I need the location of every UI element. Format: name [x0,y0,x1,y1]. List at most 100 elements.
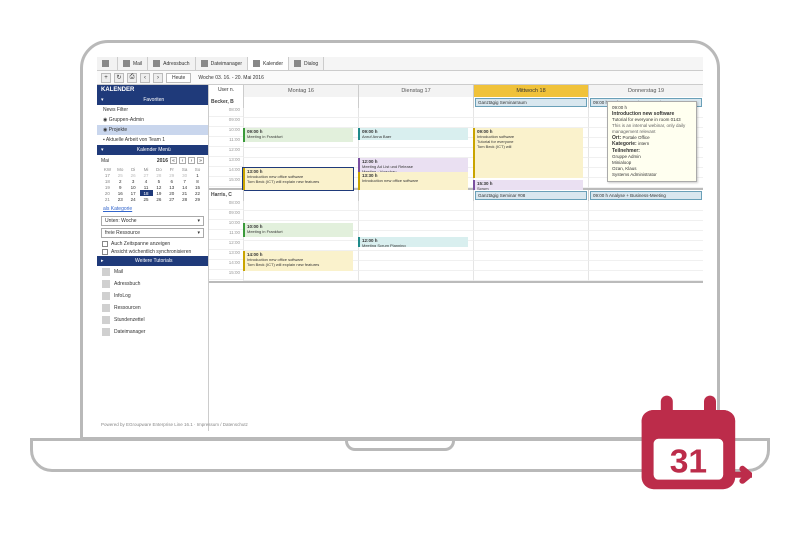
section-calendar-menu[interactable]: ▾Kalender Menü [97,145,208,155]
fav-item-2[interactable]: ◉ Projekte [97,125,208,135]
time-slot[interactable] [358,251,473,261]
time-slot[interactable] [358,221,473,231]
time-slot[interactable] [243,211,358,221]
time-slot[interactable] [588,231,703,241]
legend-link[interactable]: als Kategorie [97,204,208,214]
time-slot[interactable] [243,271,358,281]
time-slot[interactable] [243,118,358,128]
mc-day[interactable]: 28 [178,196,191,202]
mc-day[interactable]: 29 [191,196,204,202]
time-slot[interactable] [358,108,473,118]
section-favorites[interactable]: ▾Favoriten [97,95,208,105]
calendar-event[interactable]: 13:00 hIntroduction new office softwareT… [243,168,353,190]
time-slot[interactable] [358,201,473,211]
calendar-toolbar: + ↻ ⎙ ‹ › Heute Woche 03. 16. - 20. Mai … [97,71,703,85]
tool-link[interactable]: InfoLog [97,290,208,302]
combo-resource[interactable]: freie Ressource▾ [101,228,204,238]
time-slot[interactable] [473,251,588,261]
calendar-event[interactable]: 14:00 hIntroduction new office softwareT… [243,251,353,271]
time-slot[interactable] [473,201,588,211]
calendar-event[interactable]: 09:00 hAnruf Anna Baer [358,128,468,140]
mc-day[interactable]: 21 [101,196,114,202]
time-slot[interactable] [588,271,703,281]
mc-day[interactable]: 27 [165,196,178,202]
tab-home[interactable] [97,57,118,70]
allday-event[interactable]: 09:00 h Analyse + Business-Meeting [590,191,702,200]
combo-view[interactable]: Unten: Woche▾ [101,216,204,226]
time-slot[interactable] [358,211,473,221]
tool-book[interactable]: Adressbuch [97,278,208,290]
tool-mail[interactable]: Mail [97,266,208,278]
time-slot[interactable] [358,148,473,158]
time-slot[interactable] [588,201,703,211]
chk-timespan[interactable]: Auch Zeitspanne anzeigen [97,240,208,248]
time-slot[interactable] [243,158,358,168]
mc-day[interactable]: 25 [140,196,153,202]
fav-item-3[interactable]: ▪ Aktuelle Arbeit von Team 1 [97,135,208,145]
calendar-event[interactable]: 12:00 hMeeting Scrum Planning [358,237,468,247]
fav-item-1[interactable]: ◉ Gruppen-Admin [97,115,208,125]
next-button[interactable]: › [153,73,163,83]
time-slot[interactable] [473,108,588,118]
day-header-tue[interactable]: Dienstag 17 [358,85,473,97]
refresh-button[interactable]: ↻ [114,73,124,83]
print-button[interactable]: ⎙ [127,73,137,83]
time-slot[interactable] [243,201,358,211]
time-slot[interactable] [358,261,473,271]
time-slot[interactable] [473,271,588,281]
time-slot[interactable] [588,211,703,221]
time-slot[interactable] [473,241,588,251]
add-button[interactable]: + [101,73,111,83]
mc-day[interactable]: 24 [127,196,140,202]
mc-grid[interactable]: KWMoDiMiDoFrSaSo172526272829301182345678… [101,166,204,202]
time-slot[interactable] [473,211,588,221]
time-slot[interactable] [473,231,588,241]
tab-dialog[interactable]: Dialog [289,57,324,70]
time-slot[interactable] [588,251,703,261]
day-header-wed[interactable]: Mittwoch 18 [473,85,588,97]
mc-day[interactable]: 23 [114,196,127,202]
mc-next-month[interactable]: › [188,157,195,164]
calendar-event[interactable]: 13:30 hIntroduction new office software [358,172,468,190]
allday-event[interactable]: Ganztägig Seminarraum [475,98,587,107]
time-slot[interactable] [473,118,588,128]
tab-calendar[interactable]: Kalender [248,57,289,70]
fav-item-0[interactable]: News Filter [97,105,208,115]
calendar-event[interactable]: 15:30 hScrum [473,180,583,190]
prev-button[interactable]: ‹ [140,73,150,83]
tool-file[interactable]: Dateimanager [97,326,208,338]
time-slot[interactable] [588,241,703,251]
calendar-event[interactable]: 09:00 hIntroduction softwareTutorial for… [473,128,583,178]
mc-prev-month[interactable]: ‹ [179,157,186,164]
mini-calendar: Mai 2016 « ‹ › » KWMoDiMiDoFrSaSo1725262… [97,155,208,204]
time-slot[interactable] [588,221,703,231]
mc-next-year[interactable]: » [197,157,204,164]
time-slot[interactable] [243,241,358,251]
allday-event[interactable]: Ganztägig Seminar #08 [475,191,587,200]
chevron-down-icon: ▾ [101,147,104,153]
time-slot[interactable] [588,261,703,271]
today-button[interactable]: Heute [166,73,191,83]
tab-mail[interactable]: Mail [118,57,148,70]
calendar-event[interactable]: 09:00 hMeeting in Frankfurt [243,128,353,142]
time-slot[interactable] [243,148,358,158]
time-slot[interactable] [358,118,473,128]
calendar-event[interactable]: 10:00 hMeeting in Frankfurt [243,223,353,237]
tool-res[interactable]: Ressourcen [97,302,208,314]
section-tools[interactable]: ▸Weitere Tutorials [97,256,208,266]
tab-filemanager[interactable]: Dateimanager [196,57,248,70]
time-slot[interactable] [358,271,473,281]
time-slot[interactable] [473,221,588,231]
chevron-right-icon: ▸ [101,258,104,264]
book-icon [153,60,160,67]
time-icon [102,316,110,324]
mc-prev-year[interactable]: « [170,157,177,164]
time-slot[interactable] [243,108,358,118]
mc-day[interactable]: 26 [153,196,166,202]
day-header-mon[interactable]: Montag 16 [243,85,358,97]
tool-time[interactable]: Stundenzettel [97,314,208,326]
chk-sync[interactable]: Ansicht wöchentlich synchronisieren [97,248,208,256]
time-slot[interactable] [473,261,588,271]
tab-addressbook[interactable]: Adressbuch [148,57,195,70]
day-header-thu[interactable]: Donnerstag 19 [588,85,703,97]
